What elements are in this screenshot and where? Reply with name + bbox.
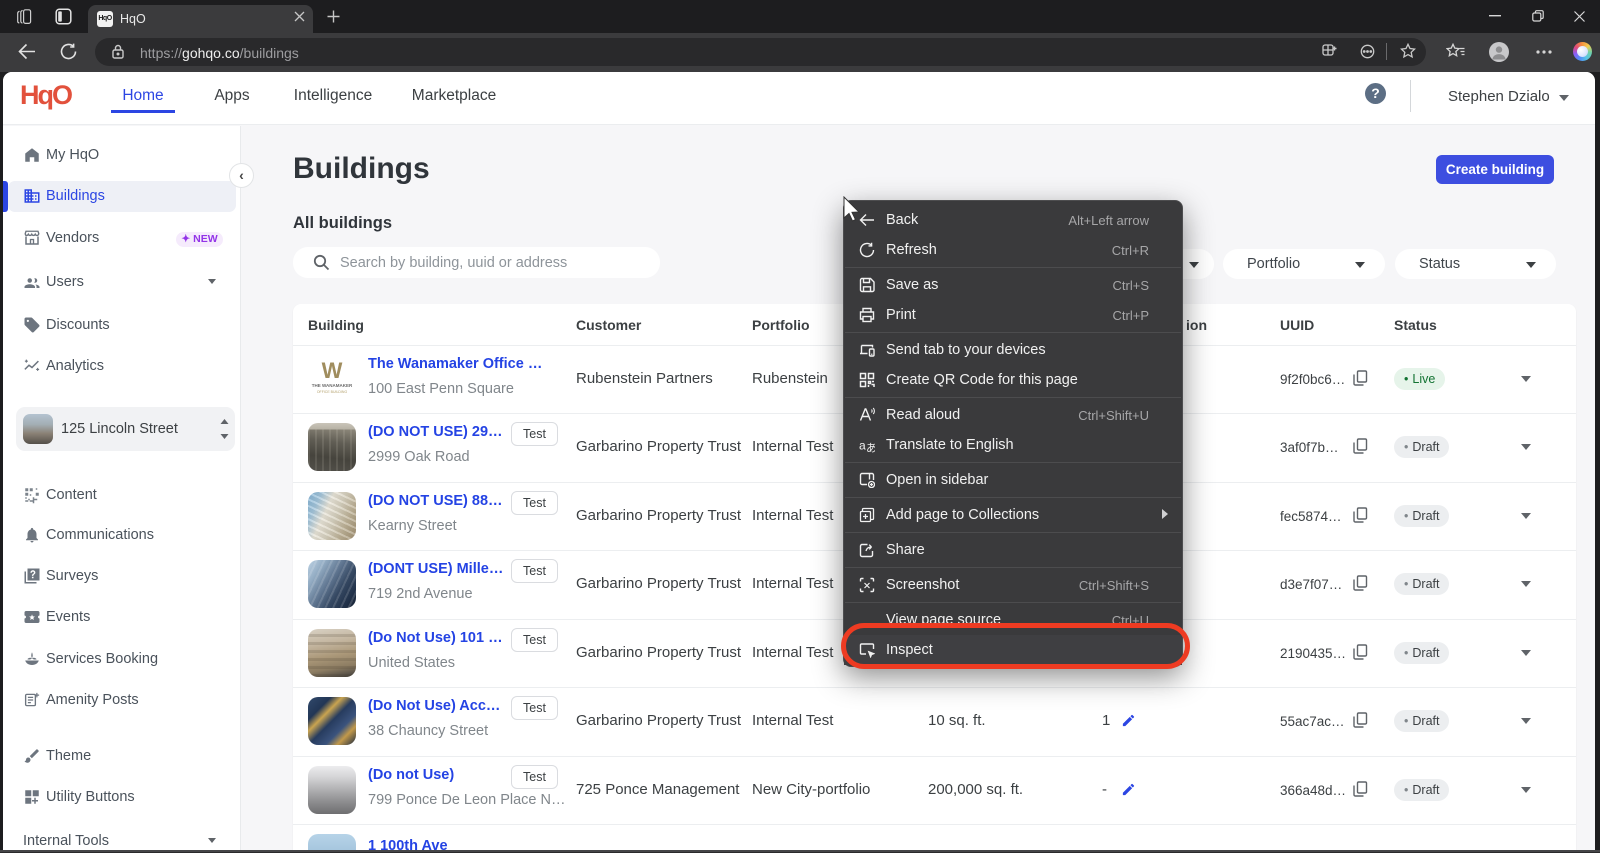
svg-text:a: a xyxy=(859,439,866,453)
svg-text:あ: あ xyxy=(866,442,875,454)
